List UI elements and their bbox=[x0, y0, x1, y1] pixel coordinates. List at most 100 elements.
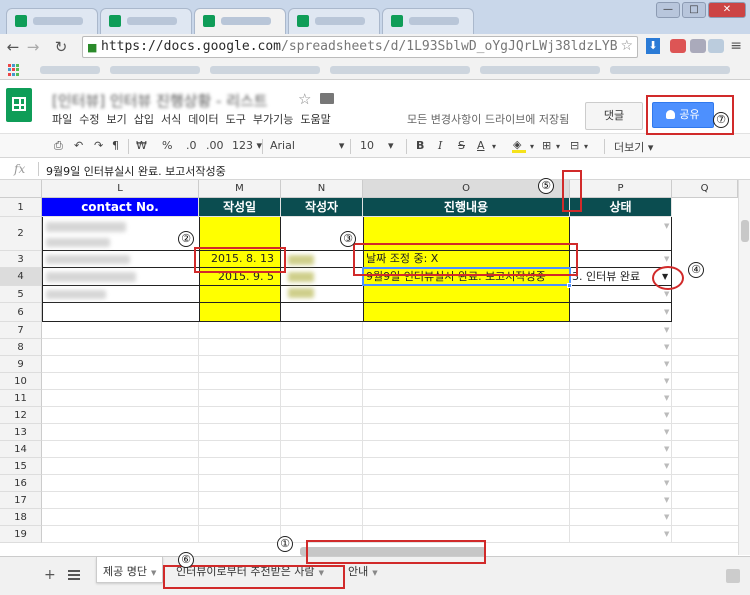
header-cell-author[interactable]: 작성자 bbox=[281, 198, 363, 217]
save-status[interactable]: 모든 변경사항이 드라이브에 저장됨 bbox=[407, 111, 569, 127]
menu-insert[interactable]: 삽입 bbox=[134, 111, 161, 127]
bookmark-item[interactable] bbox=[330, 66, 470, 74]
dropdown-arrow-icon[interactable]: ▼ bbox=[664, 462, 736, 470]
row-header[interactable]: 7 bbox=[0, 322, 42, 339]
row-header[interactable]: 15 bbox=[0, 458, 42, 475]
row-header[interactable]: 18 bbox=[0, 509, 42, 526]
row-header[interactable]: 13 bbox=[0, 424, 42, 441]
dropdown-arrow-icon[interactable]: ▼ bbox=[664, 326, 736, 334]
row-header[interactable]: 6 bbox=[0, 303, 42, 322]
more-button[interactable]: 더보기 ▾ bbox=[614, 139, 653, 155]
percent-format-button[interactable]: % bbox=[162, 139, 172, 152]
header-cell-status[interactable]: 상태 bbox=[570, 198, 672, 217]
row-header[interactable]: 4 bbox=[0, 268, 42, 286]
extension-icon[interactable] bbox=[708, 39, 724, 53]
strikethrough-button[interactable]: S bbox=[458, 139, 465, 152]
star-document-icon[interactable]: ☆ bbox=[298, 90, 311, 108]
bookmark-item[interactable] bbox=[40, 66, 100, 74]
add-sheet-icon[interactable]: + bbox=[44, 567, 56, 583]
row-header[interactable]: 3 bbox=[0, 251, 42, 268]
menu-help[interactable]: 도움말 bbox=[300, 111, 337, 127]
url-input[interactable]: ■ https://docs.google.com/spreadsheets/d… bbox=[82, 36, 638, 58]
browser-tab[interactable] bbox=[6, 8, 98, 34]
merge-cells-icon[interactable]: ⊟ bbox=[570, 139, 579, 152]
row-header[interactable]: 16 bbox=[0, 475, 42, 492]
download-icon[interactable]: ⬇ bbox=[646, 38, 660, 54]
dropdown-arrow-icon[interactable]: ▼ bbox=[664, 308, 736, 316]
borders-icon[interactable]: ⊞ bbox=[542, 139, 551, 152]
minimize-button[interactable]: — bbox=[656, 2, 680, 18]
column-header-m[interactable]: M bbox=[199, 180, 281, 198]
column-header-l[interactable]: L bbox=[42, 180, 199, 198]
browser-menu-icon[interactable]: ≡ bbox=[730, 38, 742, 54]
folder-icon[interactable] bbox=[320, 93, 334, 104]
document-title[interactable]: [인터뷰] 인터뷰 진행상황 - 리스트 bbox=[52, 90, 268, 111]
browser-tab[interactable] bbox=[288, 8, 380, 34]
menu-edit[interactable]: 수정 bbox=[79, 111, 106, 127]
dropdown-arrow-icon[interactable]: ▼ bbox=[664, 513, 736, 521]
column-header-q[interactable]: Q bbox=[672, 180, 738, 198]
undo-icon[interactable]: ↶ bbox=[74, 139, 83, 152]
dropdown-arrow-icon[interactable]: ▼ bbox=[664, 360, 736, 368]
bookmark-item[interactable] bbox=[210, 66, 320, 74]
forward-icon[interactable]: → bbox=[24, 38, 42, 56]
dropdown-arrow-icon[interactable]: ▼ bbox=[664, 255, 736, 263]
browser-tab-active[interactable] bbox=[194, 8, 286, 34]
browser-tab[interactable] bbox=[100, 8, 192, 34]
sheet-tab-provided-list[interactable]: 제공 명단 ▼ bbox=[96, 557, 164, 583]
maximize-button[interactable]: □ bbox=[682, 2, 706, 18]
column-header-p[interactable]: P bbox=[570, 180, 672, 198]
dropdown-arrow-icon[interactable]: ▼ bbox=[664, 496, 736, 504]
print-icon[interactable]: ⎙ bbox=[54, 139, 63, 153]
redo-icon[interactable]: ↷ bbox=[94, 139, 103, 152]
bookmark-star-icon[interactable]: ☆ bbox=[620, 38, 633, 54]
menu-addons[interactable]: 부가기능 bbox=[253, 111, 300, 127]
bookmark-item[interactable] bbox=[110, 66, 200, 74]
row-header[interactable]: 10 bbox=[0, 373, 42, 390]
paint-format-icon[interactable]: ¶ bbox=[112, 139, 119, 152]
spreadsheet-grid[interactable]: L M N O P Q 1 2 3 4 5 6 7 8 9 10 11 12 1… bbox=[0, 180, 738, 555]
bookmark-item[interactable] bbox=[610, 66, 730, 74]
dropdown-arrow-icon[interactable]: ▼ bbox=[664, 343, 736, 351]
row-header[interactable]: 1 bbox=[0, 198, 42, 217]
chevron-down-icon[interactable]: ▾ bbox=[584, 142, 588, 151]
browser-tab[interactable] bbox=[382, 8, 474, 34]
menu-view[interactable]: 보기 bbox=[107, 111, 134, 127]
text-color-button[interactable]: A bbox=[477, 139, 485, 152]
row-header[interactable]: 2 bbox=[0, 217, 42, 251]
dropdown-arrow-icon[interactable]: ▼ bbox=[664, 428, 736, 436]
fill-color-icon[interactable]: ◈ bbox=[512, 138, 526, 153]
row-header[interactable]: 17 bbox=[0, 492, 42, 509]
extension-icon[interactable] bbox=[670, 39, 686, 53]
number-format-dropdown[interactable]: 123 ▾ bbox=[232, 139, 262, 152]
all-sheets-icon[interactable] bbox=[68, 570, 80, 580]
dropdown-arrow-icon[interactable]: ▼ bbox=[664, 222, 736, 230]
select-all-corner[interactable] bbox=[0, 180, 42, 198]
dropdown-arrow-icon[interactable]: ▼ bbox=[664, 479, 736, 487]
header-cell-contact[interactable]: contact No. bbox=[42, 198, 199, 217]
dropdown-arrow-icon[interactable]: ▼ bbox=[664, 445, 736, 453]
header-cell-date[interactable]: 작성일 bbox=[199, 198, 281, 217]
increase-decimal-button[interactable]: .00 bbox=[206, 139, 224, 152]
row-header[interactable]: 9 bbox=[0, 356, 42, 373]
sheets-logo-icon[interactable] bbox=[6, 88, 32, 122]
currency-format-button[interactable]: ₩ bbox=[136, 139, 147, 152]
dropdown-arrow-icon[interactable]: ▼ bbox=[664, 394, 736, 402]
chevron-down-icon[interactable]: ▾ bbox=[492, 142, 496, 151]
row-header[interactable]: 14 bbox=[0, 441, 42, 458]
decrease-decimal-button[interactable]: .0 bbox=[186, 139, 197, 152]
close-window-button[interactable]: ✕ bbox=[708, 2, 746, 18]
dropdown-arrow-icon[interactable]: ▼ bbox=[664, 411, 736, 419]
menu-format[interactable]: 서식 bbox=[161, 111, 188, 127]
menu-file[interactable]: 파일 bbox=[52, 111, 79, 127]
comments-button[interactable]: 댓글 bbox=[585, 102, 643, 130]
vertical-scroll-thumb[interactable] bbox=[741, 220, 749, 242]
row-header[interactable]: 19 bbox=[0, 526, 42, 543]
cell-p4[interactable]: 3. 인터뷰 완료 bbox=[572, 268, 658, 285]
reload-icon[interactable]: ↻ bbox=[52, 38, 70, 56]
apps-icon[interactable] bbox=[8, 64, 20, 76]
extension-icon[interactable] bbox=[690, 39, 706, 53]
formula-input[interactable]: 9월9일 인터뷰실시 완료. 보고서작성중 bbox=[46, 163, 226, 179]
fill-handle[interactable] bbox=[567, 283, 572, 288]
back-icon[interactable]: ← bbox=[4, 38, 22, 56]
